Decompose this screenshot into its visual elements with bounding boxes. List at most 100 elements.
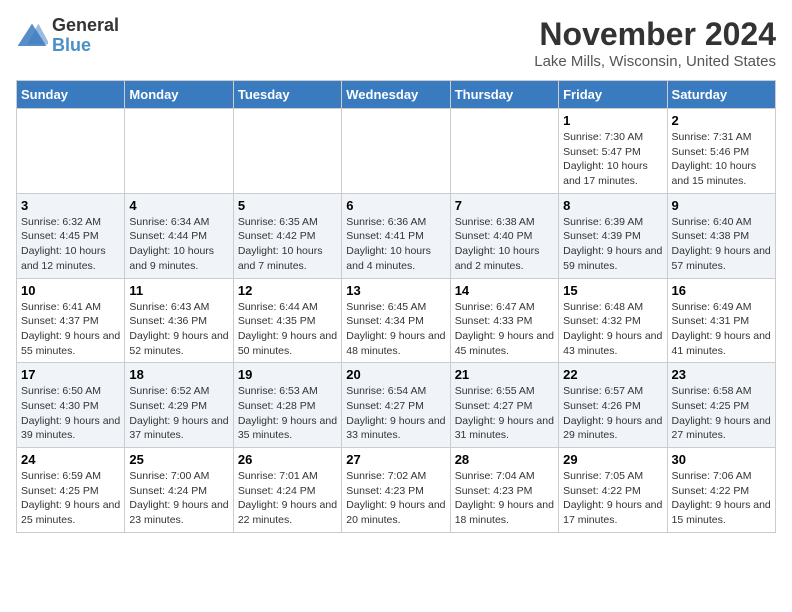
- day-of-week-monday: Monday: [125, 81, 233, 109]
- calendar-cell: [233, 109, 341, 194]
- day-number: 17: [21, 367, 120, 382]
- day-info: Sunrise: 7:02 AM Sunset: 4:23 PM Dayligh…: [346, 469, 445, 528]
- day-info: Sunrise: 6:57 AM Sunset: 4:26 PM Dayligh…: [563, 384, 662, 443]
- logo: General Blue: [16, 16, 119, 56]
- calendar-cell: 21 Sunrise: 6:55 AM Sunset: 4:27 PM Dayli…: [450, 363, 558, 448]
- day-info: Sunrise: 6:44 AM Sunset: 4:35 PM Dayligh…: [238, 300, 337, 359]
- day-info: Sunrise: 6:32 AM Sunset: 4:45 PM Dayligh…: [21, 215, 120, 274]
- page-header: General Blue November 2024 Lake Mills, W…: [16, 16, 776, 70]
- calendar-cell: 26 Sunrise: 7:01 AM Sunset: 4:24 PM Dayli…: [233, 448, 341, 533]
- main-title: November 2024: [534, 16, 776, 53]
- calendar-cell: 20 Sunrise: 6:54 AM Sunset: 4:27 PM Dayli…: [342, 363, 450, 448]
- calendar-cell: 30 Sunrise: 7:06 AM Sunset: 4:22 PM Dayli…: [667, 448, 775, 533]
- calendar-week-row: 1Sunrise: 7:30 AM Sunset: 5:47 PM Daylig…: [17, 109, 776, 194]
- calendar-cell: 3 Sunrise: 6:32 AM Sunset: 4:45 PM Daylig…: [17, 193, 125, 278]
- day-info: Sunrise: 6:52 AM Sunset: 4:29 PM Dayligh…: [129, 384, 228, 443]
- day-info: Sunrise: 6:55 AM Sunset: 4:27 PM Dayligh…: [455, 384, 554, 443]
- day-number: 7: [455, 198, 554, 213]
- logo-blue: Blue: [52, 36, 119, 56]
- sub-title: Lake Mills, Wisconsin, United States: [534, 53, 776, 70]
- day-of-week-tuesday: Tuesday: [233, 81, 341, 109]
- day-number: 19: [238, 367, 337, 382]
- day-number: 11: [129, 283, 228, 298]
- day-number: 3: [21, 198, 120, 213]
- calendar-cell: [342, 109, 450, 194]
- calendar-table: SundayMondayTuesdayWednesdayThursdayFrid…: [16, 80, 776, 533]
- day-info: Sunrise: 6:48 AM Sunset: 4:32 PM Dayligh…: [563, 300, 662, 359]
- day-info: Sunrise: 6:35 AM Sunset: 4:42 PM Dayligh…: [238, 215, 337, 274]
- title-area: November 2024 Lake Mills, Wisconsin, Uni…: [534, 16, 776, 70]
- day-info: Sunrise: 6:53 AM Sunset: 4:28 PM Dayligh…: [238, 384, 337, 443]
- day-info: Sunrise: 6:40 AM Sunset: 4:38 PM Dayligh…: [672, 215, 771, 274]
- calendar-week-row: 24 Sunrise: 6:59 AM Sunset: 4:25 PM Dayli…: [17, 448, 776, 533]
- calendar-cell: 5Sunrise: 6:35 AM Sunset: 4:42 PM Daylig…: [233, 193, 341, 278]
- day-number: 23: [672, 367, 771, 382]
- calendar-cell: 23 Sunrise: 6:58 AM Sunset: 4:25 PM Dayli…: [667, 363, 775, 448]
- logo-text: General Blue: [52, 16, 119, 56]
- day-info: Sunrise: 7:00 AM Sunset: 4:24 PM Dayligh…: [129, 469, 228, 528]
- day-info: Sunrise: 6:43 AM Sunset: 4:36 PM Dayligh…: [129, 300, 228, 359]
- day-info: Sunrise: 6:49 AM Sunset: 4:31 PM Dayligh…: [672, 300, 771, 359]
- day-number: 20: [346, 367, 445, 382]
- day-number: 26: [238, 452, 337, 467]
- day-of-week-wednesday: Wednesday: [342, 81, 450, 109]
- day-info: Sunrise: 6:39 AM Sunset: 4:39 PM Dayligh…: [563, 215, 662, 274]
- calendar-cell: [125, 109, 233, 194]
- day-number: 24: [21, 452, 120, 467]
- day-info: Sunrise: 6:41 AM Sunset: 4:37 PM Dayligh…: [21, 300, 120, 359]
- calendar-cell: 9 Sunrise: 6:40 AM Sunset: 4:38 PM Daylig…: [667, 193, 775, 278]
- day-number: 9: [672, 198, 771, 213]
- day-number: 2: [672, 113, 771, 128]
- day-number: 29: [563, 452, 662, 467]
- calendar-week-row: 17 Sunrise: 6:50 AM Sunset: 4:30 PM Dayli…: [17, 363, 776, 448]
- day-info: Sunrise: 6:50 AM Sunset: 4:30 PM Dayligh…: [21, 384, 120, 443]
- day-info: Sunrise: 6:38 AM Sunset: 4:40 PM Dayligh…: [455, 215, 554, 274]
- day-of-week-thursday: Thursday: [450, 81, 558, 109]
- day-info: Sunrise: 6:34 AM Sunset: 4:44 PM Dayligh…: [129, 215, 228, 274]
- calendar-cell: 4 Sunrise: 6:34 AM Sunset: 4:44 PM Daylig…: [125, 193, 233, 278]
- calendar-cell: 2Sunrise: 7:31 AM Sunset: 5:46 PM Daylig…: [667, 109, 775, 194]
- day-number: 15: [563, 283, 662, 298]
- day-number: 18: [129, 367, 228, 382]
- day-of-week-sunday: Sunday: [17, 81, 125, 109]
- day-info: Sunrise: 7:01 AM Sunset: 4:24 PM Dayligh…: [238, 469, 337, 528]
- calendar-cell: 8Sunrise: 6:39 AM Sunset: 4:39 PM Daylig…: [559, 193, 667, 278]
- day-number: 28: [455, 452, 554, 467]
- day-number: 4: [129, 198, 228, 213]
- calendar-cell: 18 Sunrise: 6:52 AM Sunset: 4:29 PM Dayli…: [125, 363, 233, 448]
- day-info: Sunrise: 7:06 AM Sunset: 4:22 PM Dayligh…: [672, 469, 771, 528]
- calendar-cell: 19 Sunrise: 6:53 AM Sunset: 4:28 PM Dayli…: [233, 363, 341, 448]
- calendar-cell: 7 Sunrise: 6:38 AM Sunset: 4:40 PM Daylig…: [450, 193, 558, 278]
- day-number: 25: [129, 452, 228, 467]
- day-number: 13: [346, 283, 445, 298]
- calendar-week-row: 3 Sunrise: 6:32 AM Sunset: 4:45 PM Daylig…: [17, 193, 776, 278]
- day-info: Sunrise: 6:58 AM Sunset: 4:25 PM Dayligh…: [672, 384, 771, 443]
- day-number: 22: [563, 367, 662, 382]
- calendar-cell: 24 Sunrise: 6:59 AM Sunset: 4:25 PM Dayli…: [17, 448, 125, 533]
- day-info: Sunrise: 6:59 AM Sunset: 4:25 PM Dayligh…: [21, 469, 120, 528]
- calendar-cell: 11 Sunrise: 6:43 AM Sunset: 4:36 PM Dayli…: [125, 278, 233, 363]
- day-info: Sunrise: 6:47 AM Sunset: 4:33 PM Dayligh…: [455, 300, 554, 359]
- calendar-cell: 16 Sunrise: 6:49 AM Sunset: 4:31 PM Dayli…: [667, 278, 775, 363]
- calendar-cell: 15 Sunrise: 6:48 AM Sunset: 4:32 PM Dayli…: [559, 278, 667, 363]
- day-number: 1: [563, 113, 662, 128]
- calendar-cell: 6 Sunrise: 6:36 AM Sunset: 4:41 PM Daylig…: [342, 193, 450, 278]
- calendar-cell: 27 Sunrise: 7:02 AM Sunset: 4:23 PM Dayli…: [342, 448, 450, 533]
- calendar-cell: 22 Sunrise: 6:57 AM Sunset: 4:26 PM Dayli…: [559, 363, 667, 448]
- calendar-cell: 29Sunrise: 7:05 AM Sunset: 4:22 PM Dayli…: [559, 448, 667, 533]
- day-info: Sunrise: 6:36 AM Sunset: 4:41 PM Dayligh…: [346, 215, 445, 274]
- calendar-cell: 13Sunrise: 6:45 AM Sunset: 4:34 PM Dayli…: [342, 278, 450, 363]
- day-number: 16: [672, 283, 771, 298]
- calendar-cell: 1Sunrise: 7:30 AM Sunset: 5:47 PM Daylig…: [559, 109, 667, 194]
- day-number: 30: [672, 452, 771, 467]
- logo-icon: [16, 22, 48, 50]
- day-of-week-saturday: Saturday: [667, 81, 775, 109]
- calendar-cell: [450, 109, 558, 194]
- day-number: 6: [346, 198, 445, 213]
- calendar-week-row: 10Sunrise: 6:41 AM Sunset: 4:37 PM Dayli…: [17, 278, 776, 363]
- calendar-cell: 10Sunrise: 6:41 AM Sunset: 4:37 PM Dayli…: [17, 278, 125, 363]
- day-number: 27: [346, 452, 445, 467]
- day-info: Sunrise: 6:54 AM Sunset: 4:27 PM Dayligh…: [346, 384, 445, 443]
- calendar-header-row: SundayMondayTuesdayWednesdayThursdayFrid…: [17, 81, 776, 109]
- day-number: 21: [455, 367, 554, 382]
